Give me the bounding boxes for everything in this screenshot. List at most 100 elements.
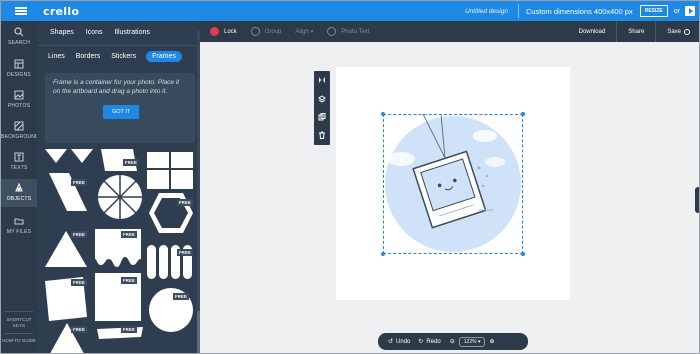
divider [5,311,33,312]
redo-icon[interactable]: ↻ [418,338,423,345]
how-to-guide-link[interactable]: HOW-TO GUIDE [1,338,37,344]
free-badge: FREE [123,159,139,166]
lock-label: Lock [224,28,237,35]
menu-icon[interactable] [1,1,41,21]
save-status-icon [684,28,690,35]
tab-illustrations[interactable]: Illustrations [114,29,149,41]
objects-icon [15,183,23,192]
chevron-frame[interactable] [43,149,95,169]
sidebar-item-objects[interactable]: OBJECTS [1,179,37,207]
app-logo[interactable]: crello [43,5,79,18]
resize-button[interactable]: RESIZE [639,5,668,17]
free-badge: FREE [121,231,137,238]
frames-info-text: Frame is a container for your photo. Pla… [53,79,180,95]
zoom-value: 122% [463,338,477,345]
tab-lines[interactable]: Lines [48,53,65,60]
free-badge: FREE [177,199,193,206]
app-window: crello Untitled design Custom dimensions… [0,0,700,354]
zoom-out-icon[interactable]: ⊖ [450,338,455,345]
resize-handle[interactable] [381,112,385,116]
shortcut-keys-link[interactable]: SHORTCUT KEYS [1,317,37,329]
undo-icon[interactable]: ↺ [388,338,393,345]
photos-icon [14,90,24,100]
designs-icon [14,59,24,69]
free-badge: FREE [121,326,137,333]
align-label: Align [295,28,309,35]
redo-button[interactable]: Redo [426,339,440,345]
undo-button[interactable]: Undo [396,339,410,345]
or-label: or [673,7,680,15]
resize-handle[interactable] [381,252,385,256]
frames-info-box: Frame is a container for your photo. Pla… [45,73,195,143]
save-label: Save [667,28,681,35]
free-badge: FREE [71,326,87,333]
tab-icons[interactable]: Icons [86,29,103,41]
share-label: Share [628,28,645,35]
trash-icon[interactable] [318,131,326,139]
sidebar-item-label: PHOTOS [7,103,31,109]
layers-icon[interactable] [318,95,326,103]
tab-frames[interactable]: Frames [146,50,182,62]
frames-grid: FREE FREE FREE FREE FREE FREE FREE FREE … [37,149,200,354]
free-badge: FREE [177,249,193,256]
download-label: Download [578,28,606,35]
sidebar-item-my-files[interactable]: MY FILES [1,216,37,235]
grid-frame[interactable] [147,152,195,190]
sidebar-item-label: OBJECTS [6,196,32,202]
folder-icon [14,218,24,225]
large-triangle-frame[interactable] [43,323,95,354]
parallelogram-frame[interactable] [43,173,95,213]
lock-button[interactable]: Lock [210,27,237,36]
photo-text-button[interactable]: Photo Text [327,27,369,36]
group-button[interactable]: Group [250,27,281,36]
search-icon [14,27,24,37]
sidebar-item-label: DESIGNS [7,72,31,78]
subcategory-tabs: Lines Borders Stickers Frames [37,49,200,63]
texts-icon [14,152,24,162]
sidebar-item-designs[interactable]: DESIGNS [1,59,37,78]
photo-text-icon [327,27,337,36]
objects-panel: Shapes Icons Illustrations Lines Borders… [37,21,200,354]
side-panel-toggle[interactable] [695,187,699,213]
save-button[interactable]: Save [655,21,699,42]
download-button[interactable]: Download [568,21,617,42]
flip-icon[interactable] [318,76,326,84]
zoom-select[interactable]: 122% ▾ [458,336,486,347]
hexagon-frame[interactable] [147,191,195,235]
sidebar-item-background[interactable]: BACKGROUND [1,121,39,140]
tab-shapes[interactable]: Shapes [50,29,74,41]
sidebar-item-label: SEARCH [7,40,31,46]
square-frame[interactable] [95,273,145,325]
canvas-dimensions: Custom dimensions 400x400 px [525,6,633,16]
free-badge: FREE [71,231,87,238]
sidebar-item-texts[interactable]: TEXTS [1,152,37,171]
design-name[interactable]: Untitled design [459,8,518,15]
sidebar-item-label: MY FILES [6,229,32,235]
duplicate-icon[interactable] [318,113,326,121]
resize-handle[interactable] [521,112,525,116]
sidebar-item-search[interactable]: SEARCH [1,27,37,46]
triangle-frame[interactable] [43,227,95,271]
editor-toolbar: Lock Group Align ▾ Photo Text Download S… [200,21,699,42]
top-bar: crello Untitled design Custom dimensions… [1,1,699,21]
torn-photo-frame[interactable] [43,275,95,323]
zoom-in-icon[interactable]: ⊕ [489,338,494,345]
sidebar-item-label: TEXTS [10,165,28,171]
sidebar-item-photos[interactable]: PHOTOS [1,90,37,109]
photo-text-label: Photo Text [341,28,370,35]
divider [5,333,33,334]
free-badge: FREE [71,179,87,186]
tab-stickers[interactable]: Stickers [111,53,136,60]
got-it-button[interactable]: GOT IT [103,105,140,119]
sidebar-rail: SEARCH DESIGNS PHOTOS BACKGROUND TEXTS O… [1,21,39,353]
element-tools [314,71,330,145]
group-icon [250,27,260,36]
play-icon[interactable] [685,6,695,16]
align-button[interactable]: Align ▾ [295,29,313,35]
share-button[interactable]: Share [616,21,655,42]
tab-borders[interactable]: Borders [76,53,101,60]
circle-segments-frame[interactable] [95,173,145,221]
selection-box [383,114,523,254]
resize-handle[interactable] [521,252,525,256]
free-badge: FREE [121,277,137,284]
